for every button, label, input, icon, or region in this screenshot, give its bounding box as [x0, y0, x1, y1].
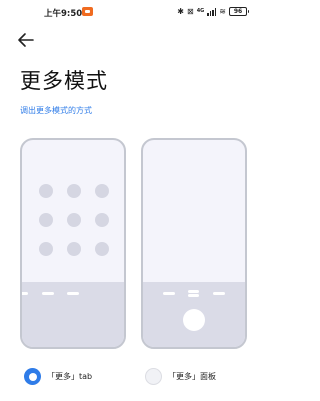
app-placeholder-icon	[67, 242, 81, 256]
bluetooth-icon: ✱	[177, 6, 184, 16]
mode-tab-indicator	[188, 294, 199, 297]
app-placeholder-icon	[95, 242, 109, 256]
wifi-icon: ≋	[219, 6, 226, 16]
page-subtitle: 调出更多模式的方式	[20, 106, 92, 115]
status-icons: ✱ ⊠ 4G ≋ 96	[177, 6, 249, 17]
back-button[interactable]	[16, 30, 36, 50]
battery-icon: 96	[229, 7, 249, 16]
back-arrow-icon	[18, 33, 34, 47]
app-placeholder-icon	[95, 213, 109, 227]
mode-tab-indicator	[188, 290, 199, 293]
notification-app-icon	[82, 7, 93, 16]
alarm-icon: ⊠	[187, 6, 194, 16]
option-more-tab[interactable]: 「更多」tab	[24, 368, 92, 385]
app-placeholder-icon	[67, 213, 81, 227]
preview-mode-bar	[143, 282, 245, 347]
app-placeholder-icon	[95, 184, 109, 198]
network-type-label: 4G	[196, 8, 205, 14]
mode-tab-indicator	[213, 292, 225, 295]
app-placeholder-icon	[39, 213, 53, 227]
more-panel-preview-card[interactable]	[141, 138, 247, 349]
mode-tab-indicator	[22, 292, 28, 295]
page-title: 更多模式	[20, 69, 108, 93]
option-more-panel[interactable]: 「更多」面板	[145, 368, 216, 385]
radio-unselected-icon[interactable]	[145, 368, 162, 385]
more-tab-preview-card[interactable]	[20, 138, 126, 349]
mode-tab-indicator	[67, 292, 79, 295]
option-label: 「更多」面板	[168, 372, 216, 381]
shutter-button	[183, 309, 205, 331]
signal-icon	[207, 7, 217, 16]
app-placeholder-icon	[39, 184, 53, 198]
app-placeholder-icon	[39, 242, 53, 256]
status-time: 上午9:50	[44, 9, 83, 19]
app-placeholder-icon	[67, 184, 81, 198]
app-icon-grid	[39, 184, 109, 256]
option-label: 「更多」tab	[47, 372, 93, 381]
mode-tab-indicator	[42, 292, 54, 295]
preview-mode-bar	[22, 282, 124, 347]
mode-tab-indicator	[163, 292, 175, 295]
radio-selected-icon[interactable]	[24, 368, 41, 385]
status-bar: 上午9:50 ✱ ⊠ 4G ≋ 96	[0, 0, 265, 24]
